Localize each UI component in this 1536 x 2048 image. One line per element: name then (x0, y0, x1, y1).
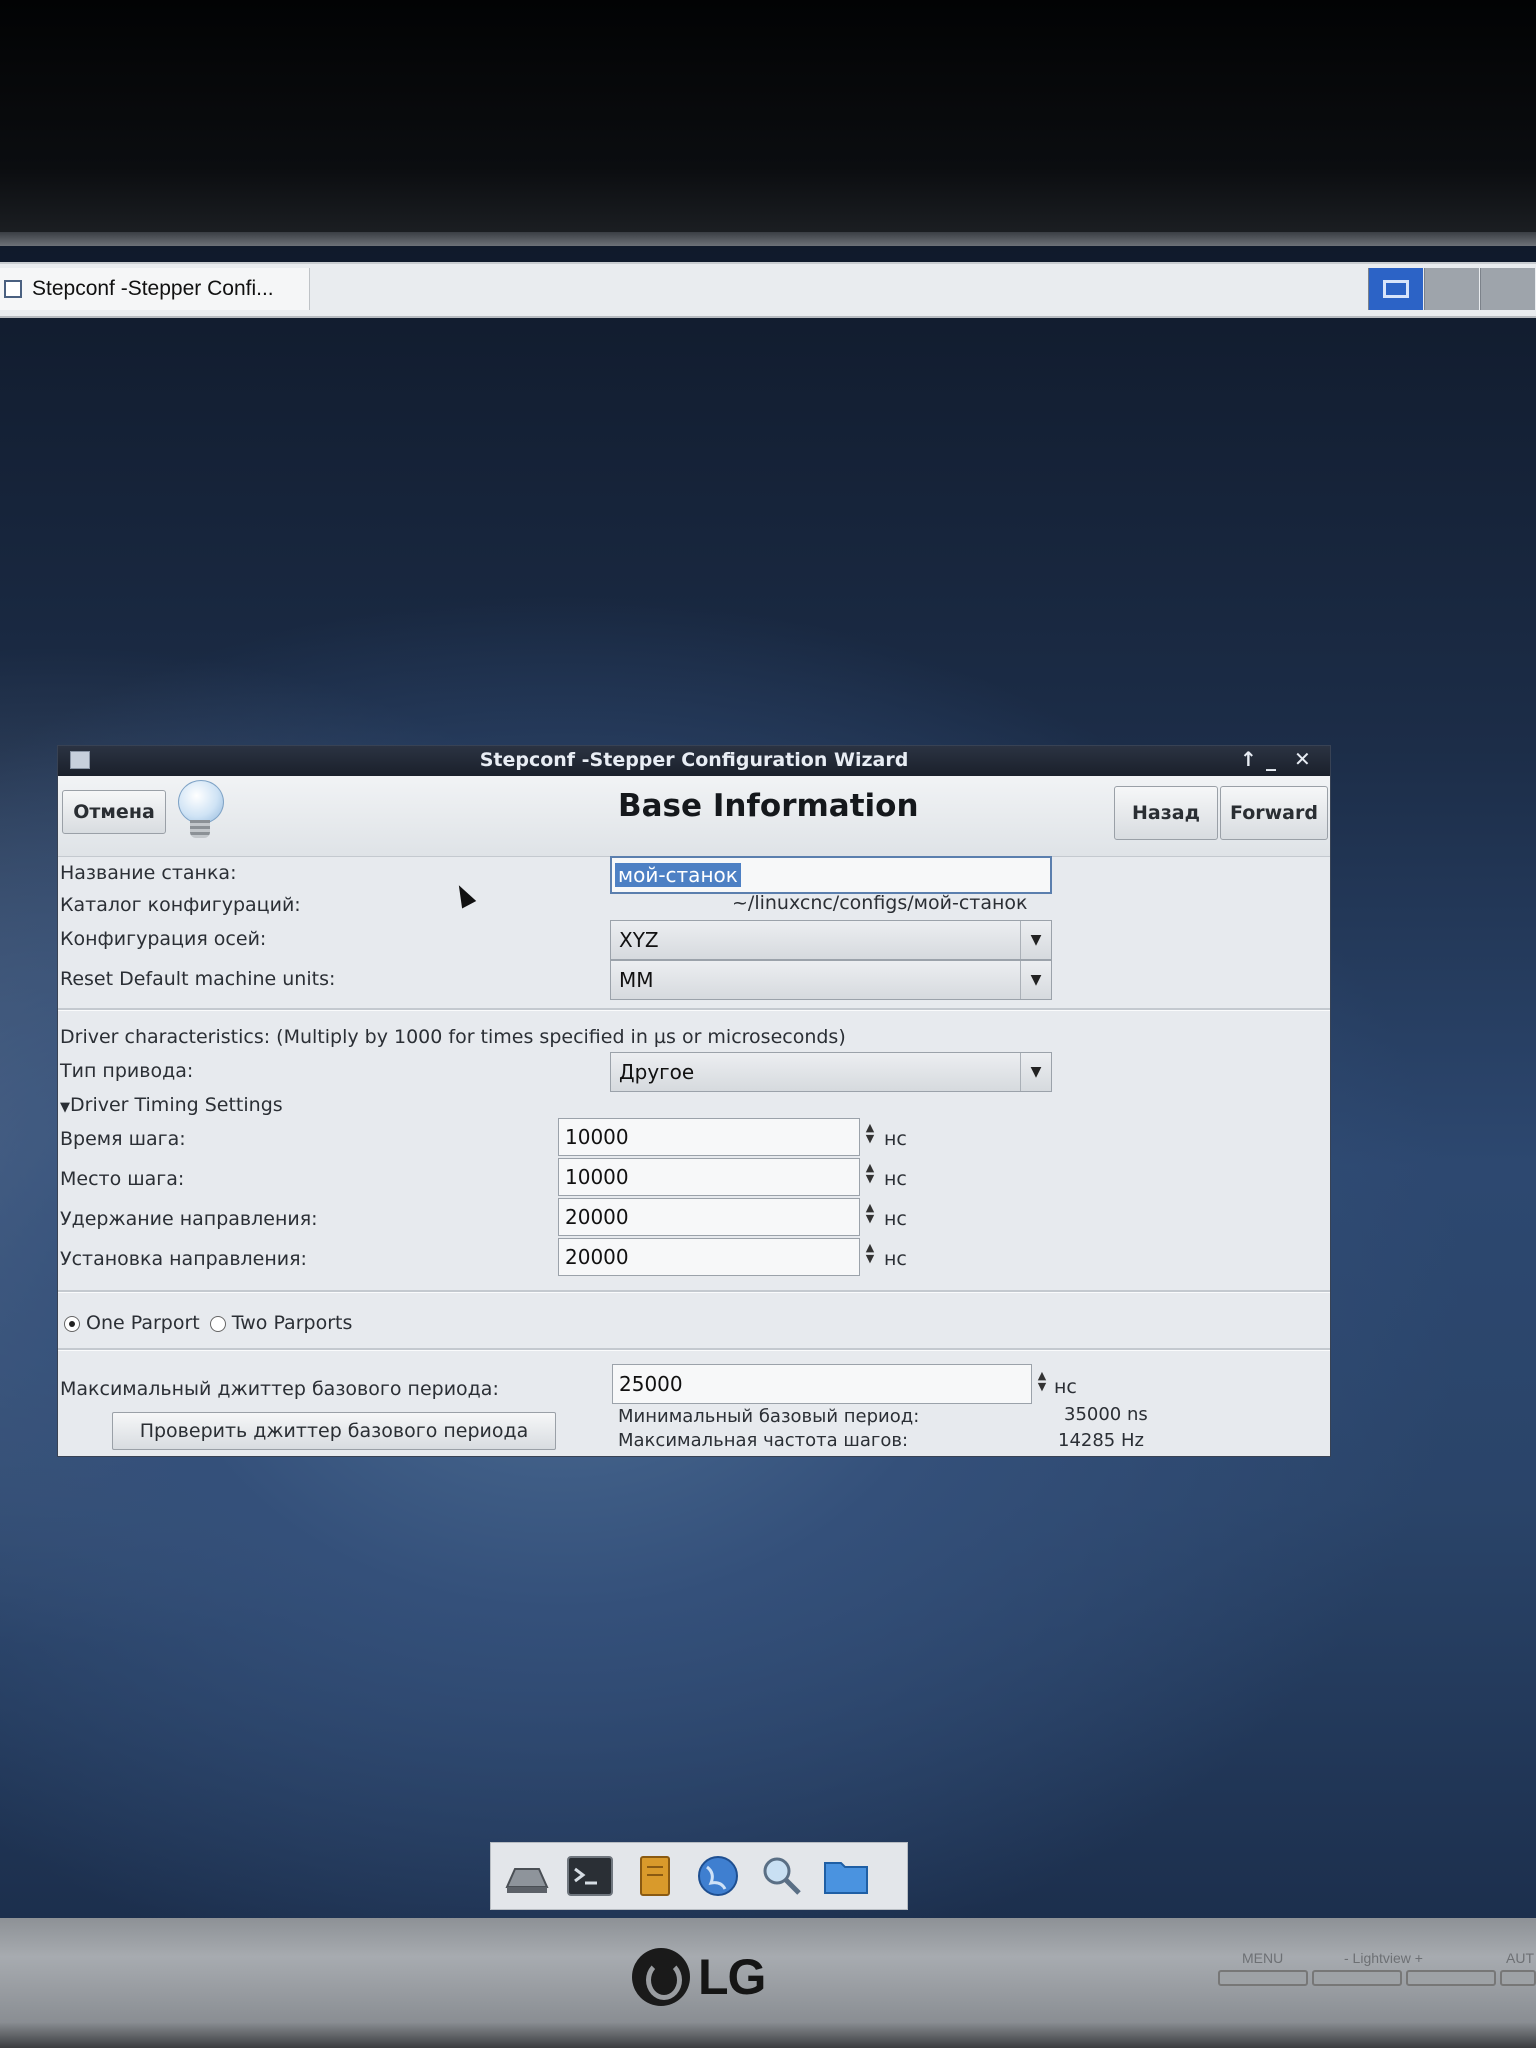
machine-name-input[interactable]: мой-станок (610, 856, 1052, 894)
dir-setup-value: 20000 (565, 1245, 629, 1269)
brand-text: LG (698, 1949, 766, 2005)
step-time-value: 10000 (565, 1125, 629, 1149)
dir-hold-input[interactable]: 20000 (558, 1198, 860, 1236)
close-icon[interactable]: ✕ (1294, 747, 1311, 771)
max-step-rate-value: 14285 Hz (1058, 1430, 1144, 1451)
driver-characteristics-label: Driver characteristics: (Multiply by 100… (60, 1026, 846, 1048)
driver-type-dropdown[interactable]: Другое ▼ (610, 1052, 1052, 1092)
drive-icon[interactable] (501, 1853, 551, 1899)
window-title: Stepconf -Stepper Configuration Wizard (479, 749, 909, 771)
taskbar: Stepconf -Stepper Confi... (0, 262, 1536, 318)
stepconf-wizard-window: Stepconf -Stepper Configuration Wizard ↑… (58, 746, 1330, 1456)
dir-hold-value: 20000 (565, 1205, 629, 1229)
chevron-down-icon: ▼ (1020, 1053, 1051, 1091)
units-dropdown[interactable]: MM ▼ (610, 960, 1052, 1000)
maximize-icon[interactable]: ↑ (1240, 747, 1257, 771)
min-period-label: Минимальный базовый период: (618, 1406, 920, 1427)
config-dir-value: ~/linuxcnc/configs/мой-станок (732, 892, 1028, 914)
step-space-label: Место шага: (60, 1168, 185, 1190)
axis-config-value: XYZ (619, 928, 659, 952)
separator (58, 1348, 1330, 1351)
step-time-label: Время шага: (60, 1128, 186, 1150)
search-icon[interactable] (757, 1853, 807, 1899)
max-jitter-value: 25000 (619, 1372, 683, 1396)
web-browser-icon[interactable] (693, 1853, 743, 1899)
units-label: Reset Default machine units: (60, 968, 336, 990)
taskbar-window-label: Stepconf -Stepper Confi... (32, 277, 274, 300)
chevron-down-icon: ▼ (1020, 961, 1051, 999)
two-parports-label: Two Parports (231, 1312, 353, 1334)
terminal-icon[interactable] (565, 1853, 615, 1899)
monitor-menu-button[interactable] (1218, 1970, 1308, 1986)
machine-name-value: мой-станок (615, 863, 741, 887)
axis-config-dropdown[interactable]: XYZ ▼ (610, 920, 1052, 960)
cancel-button[interactable]: Отмена (62, 790, 166, 834)
workspace-2-button[interactable] (1424, 268, 1479, 310)
driver-type-value: Другое (619, 1060, 695, 1084)
axis-config-label: Конфигурация осей: (60, 928, 267, 950)
monitor-menu-label: MENU (1242, 1950, 1284, 1966)
monitor-controls: MENU - Lightview + AUT (1218, 1950, 1536, 1994)
max-jitter-input[interactable]: 25000 (612, 1364, 1032, 1404)
config-dir-label: Каталог конфигураций: (60, 894, 301, 916)
lg-logo: LG (632, 1948, 766, 2006)
min-period-value: 35000 ns (1064, 1404, 1148, 1425)
chevron-down-icon: ▼ (1020, 921, 1051, 959)
radio-unselected-icon (209, 1315, 226, 1332)
monitor-top-bezel (0, 0, 1536, 240)
monitor-lightview-plus-button[interactable] (1406, 1970, 1496, 1986)
step-time-unit: нс (884, 1128, 907, 1150)
monitor-auto-button[interactable] (1500, 1970, 1536, 1986)
max-jitter-label: Максимальный джиттер базового периода: (60, 1378, 499, 1400)
page-title: Base Information (618, 788, 919, 824)
step-time-spinner[interactable]: ▲ ▼ (864, 1122, 876, 1144)
workspace-1-button[interactable] (1368, 268, 1423, 310)
driver-timing-expander-label: Driver Timing Settings (70, 1094, 283, 1116)
driver-type-label: Тип привода: (60, 1060, 194, 1082)
dir-hold-spinner[interactable]: ▲ ▼ (864, 1202, 876, 1224)
step-time-input[interactable]: 10000 (558, 1118, 860, 1156)
dir-setup-input[interactable]: 20000 (558, 1238, 860, 1276)
monitor-auto-label: AUT (1506, 1950, 1534, 1966)
window-icon (4, 280, 22, 298)
wizard-header: Отмена Base Information Назад Forward (58, 776, 1330, 857)
screen-edge (0, 232, 1536, 246)
forward-button[interactable]: Forward (1220, 786, 1328, 840)
monitor-lightview-label: - Lightview + (1344, 1950, 1423, 1966)
max-step-rate-label: Максимальная частота шагов: (618, 1430, 909, 1451)
text-editor-icon[interactable] (629, 1853, 679, 1899)
radio-selected-icon (64, 1315, 80, 1332)
driver-timing-expander[interactable]: ▼Driver Timing Settings (60, 1094, 283, 1116)
dir-hold-label: Удержание направления: (60, 1208, 318, 1230)
one-parport-radio[interactable]: One Parport (64, 1312, 200, 1334)
monitor-lightview-minus-button[interactable] (1312, 1970, 1402, 1986)
two-parports-radio[interactable]: Two Parports (209, 1312, 353, 1334)
one-parport-label: One Parport (86, 1312, 200, 1334)
test-jitter-button[interactable]: Проверить джиттер базового периода (112, 1412, 556, 1450)
max-jitter-unit: нс (1054, 1376, 1077, 1398)
parport-radio-group: One Parport Two Parports (64, 1312, 352, 1334)
minimize-icon[interactable]: _ (1266, 747, 1276, 771)
folder-icon[interactable] (821, 1853, 871, 1899)
application-dock (490, 1842, 908, 1910)
max-jitter-spinner[interactable]: ▲ ▼ (1036, 1370, 1048, 1392)
units-value: MM (619, 968, 654, 992)
workspace-3-button[interactable] (1480, 268, 1535, 310)
taskbar-window-button[interactable]: Stepconf -Stepper Confi... (0, 268, 310, 310)
lightbulb-icon (176, 780, 224, 838)
expander-arrow-icon: ▼ (60, 1100, 70, 1115)
back-button[interactable]: Назад (1114, 786, 1218, 840)
machine-name-label: Название станка: (60, 862, 237, 884)
step-space-input[interactable]: 10000 (558, 1158, 860, 1196)
step-space-spinner[interactable]: ▲ ▼ (864, 1162, 876, 1184)
dir-setup-label: Установка направления: (60, 1248, 307, 1270)
step-space-unit: нс (884, 1168, 907, 1190)
separator (58, 1008, 1330, 1011)
dir-setup-spinner[interactable]: ▲ ▼ (864, 1242, 876, 1264)
separator (58, 1290, 1330, 1293)
window-titlebar[interactable]: Stepconf -Stepper Configuration Wizard ↑… (58, 746, 1330, 776)
dir-hold-unit: нс (884, 1208, 907, 1230)
step-space-value: 10000 (565, 1165, 629, 1189)
dir-setup-unit: нс (884, 1248, 907, 1270)
